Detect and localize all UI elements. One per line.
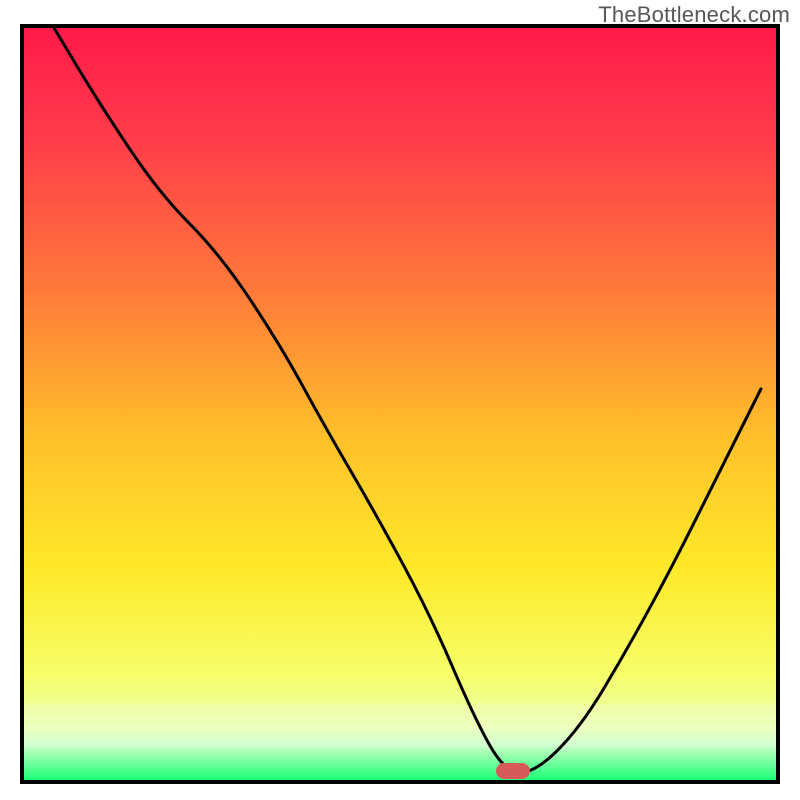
- optimal-marker: [496, 763, 530, 780]
- plot-frame: [20, 24, 780, 784]
- gradient-background: [24, 28, 776, 780]
- pale-band: [24, 705, 776, 746]
- plot-svg: [24, 28, 776, 780]
- watermark-text: TheBottleneck.com: [598, 2, 790, 28]
- chart-container: TheBottleneck.com: [0, 0, 800, 800]
